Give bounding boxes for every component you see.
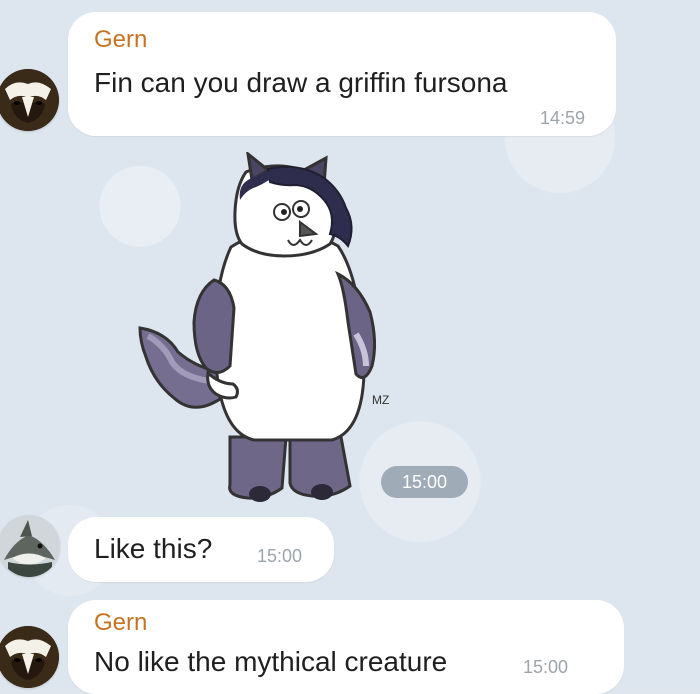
message-time: 14:59: [540, 108, 586, 128]
message-text: Like this?: [94, 533, 213, 564]
badger-avatar-icon[interactable]: [0, 69, 59, 131]
message-bubble[interactable]: Like this? 15:00: [68, 517, 334, 582]
svg-text:MZ: MZ: [372, 393, 389, 407]
sender-name[interactable]: Gern: [94, 26, 147, 54]
message-text: Fin can you draw a griffin fursona: [94, 67, 508, 98]
cartoon-character-sticker: MZ: [138, 150, 389, 502]
badger-avatar-icon[interactable]: [0, 626, 59, 688]
sticker-message[interactable]: MZ: [136, 150, 396, 512]
sticker-time-badge: 15:00: [381, 466, 468, 498]
message-time: 15:00: [523, 657, 569, 677]
message-time: 15:00: [257, 546, 303, 566]
message-text: No like the mythical creature: [94, 646, 448, 677]
message-bubble[interactable]: Gern No like the mythical creature 15:00: [68, 600, 624, 694]
shark-avatar-icon[interactable]: [0, 515, 60, 577]
message-bubble[interactable]: Gern Fin can you draw a griffin fursona …: [68, 12, 616, 136]
sender-name[interactable]: Gern: [94, 609, 147, 637]
